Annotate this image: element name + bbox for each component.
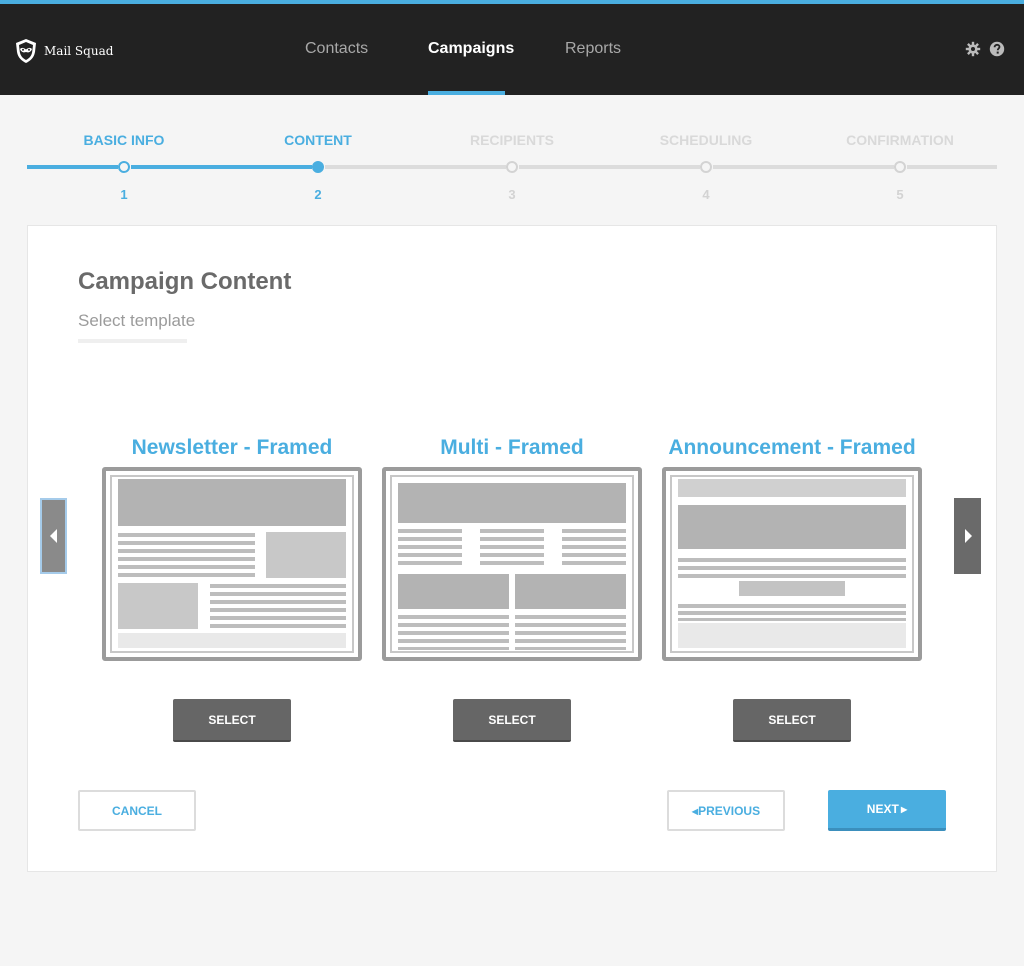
template-thumbnail-announcement[interactable] — [662, 467, 922, 661]
brand-logo[interactable]: Mail Squad — [14, 38, 113, 64]
carousel-prev-button[interactable] — [40, 498, 67, 574]
nav-campaigns[interactable]: Campaigns — [428, 40, 514, 58]
multi-layout-preview — [398, 483, 626, 650]
previous-button[interactable]: ◀PREVIOUS — [667, 790, 785, 831]
page-subtitle: Select template — [78, 311, 196, 330]
step-number: 4 — [702, 187, 710, 202]
step-dot-basic-info — [118, 161, 130, 173]
step-dot-content — [312, 161, 324, 173]
shield-logo-icon — [16, 39, 36, 63]
newsletter-layout-preview — [118, 479, 346, 648]
template-name: Newsletter - Framed — [131, 436, 333, 459]
step-dot-recipients — [506, 161, 518, 173]
step-label-scheduling: SCHEDULING — [659, 132, 753, 148]
step-connector — [131, 165, 312, 169]
help-icon[interactable] — [989, 41, 1005, 57]
step-label-basic-info[interactable]: BASIC INFO — [44, 132, 204, 148]
caret-right-icon: ▶ — [898, 805, 908, 814]
step-label-content[interactable]: CONTENT — [238, 132, 398, 148]
top-nav-bar: Mail Squad Contacts Campaigns Reports — [0, 0, 1024, 95]
nav-reports[interactable]: Reports — [565, 40, 621, 58]
step-dot-confirmation — [894, 161, 906, 173]
divider — [78, 339, 187, 343]
step-connector — [27, 165, 118, 169]
step-dot-scheduling — [700, 161, 712, 173]
step-connector — [907, 165, 997, 169]
step-connector — [325, 165, 506, 169]
next-button[interactable]: NEXT ▶ — [828, 790, 946, 831]
step-number: 2 — [314, 187, 322, 202]
gear-icon[interactable] — [965, 41, 981, 57]
step-number: 1 — [120, 187, 128, 202]
previous-label: PREVIOUS — [698, 803, 761, 818]
select-template-button[interactable]: SELECT — [733, 699, 851, 742]
page-title: Campaign Content — [78, 268, 292, 295]
step-label-recipients: RECIPIENTS — [469, 132, 554, 148]
select-template-button[interactable]: SELECT — [453, 699, 571, 742]
brand-name: Mail Squad — [44, 44, 114, 58]
template-thumbnail-multi[interactable] — [382, 467, 642, 661]
step-number: 5 — [896, 187, 904, 202]
select-template-button[interactable]: SELECT — [173, 699, 291, 742]
template-name: Announcement - Framed — [668, 436, 916, 459]
chevron-left-icon — [49, 529, 57, 543]
carousel-next-button[interactable] — [954, 498, 981, 574]
announcement-layout-preview — [678, 479, 906, 648]
template-thumbnail-newsletter[interactable] — [102, 467, 362, 661]
next-label: NEXT — [866, 802, 899, 816]
template-name: Multi - Framed — [440, 436, 584, 459]
step-connector — [713, 165, 894, 169]
nav-active-indicator — [428, 91, 505, 95]
step-number: 3 — [508, 187, 516, 202]
cancel-button[interactable]: CANCEL — [78, 790, 196, 831]
step-label-confirmation: CONFIRMATION — [846, 132, 954, 148]
chevron-right-icon — [964, 529, 972, 543]
nav-contacts[interactable]: Contacts — [305, 40, 368, 58]
step-connector — [519, 165, 700, 169]
